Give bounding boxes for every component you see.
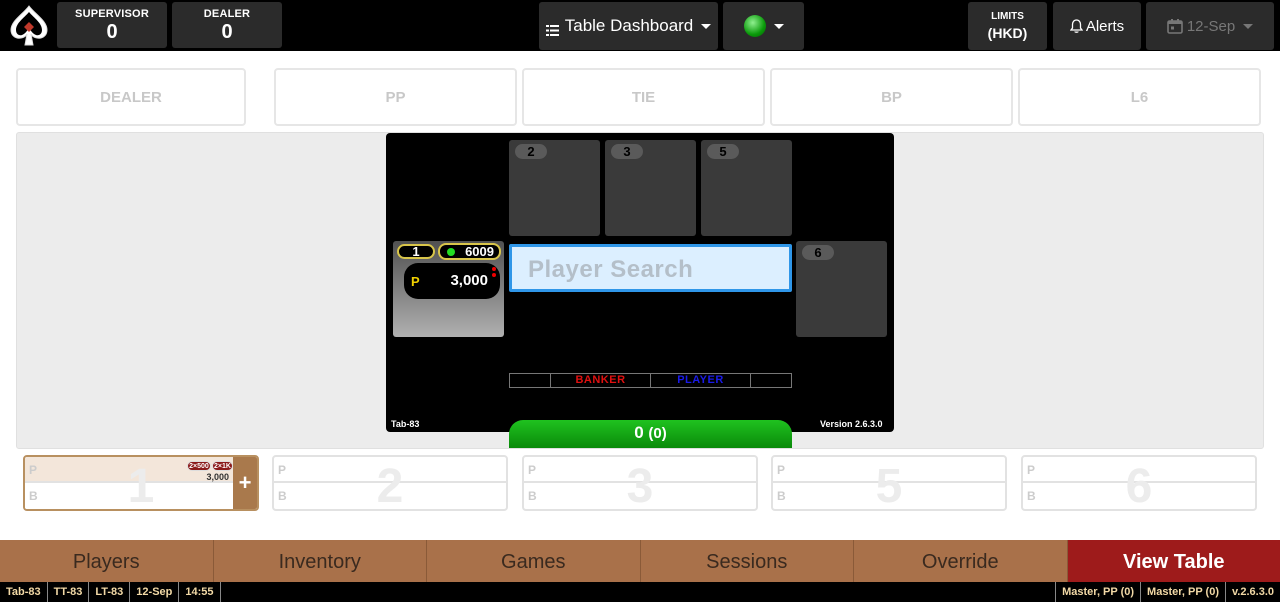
bet-type-label: PP (385, 88, 406, 106)
seat-3[interactable]: 3 (605, 140, 696, 236)
bet-type-dealer[interactable]: DEALER (16, 68, 246, 126)
chevron-down-icon (773, 23, 784, 29)
banker-player-bar: BANKER PLAYER (509, 373, 792, 388)
nav-view-table[interactable]: View Table (1067, 540, 1280, 582)
bet-type-label: BP (881, 88, 902, 106)
seat-number: 2 (515, 144, 547, 159)
spade-logo-icon (6, 3, 52, 49)
nav-inventory[interactable]: Inventory (214, 540, 427, 582)
bet-type-pp[interactable]: PP (274, 68, 517, 126)
seat-card-number: 5 (875, 460, 903, 511)
player-label: PLAYER (651, 374, 751, 387)
status-indicator-icon (743, 15, 766, 37)
player-search-input[interactable]: Player Search (509, 244, 792, 292)
bet-type-label: TIE (631, 88, 656, 106)
total-value: 0 (634, 423, 644, 442)
banker-label: BANKER (551, 374, 651, 387)
supervisor-counter: SUPERVISOR 0 (57, 2, 167, 48)
status-time: 14:55 (179, 582, 221, 602)
status-master-2: Master, PP (0) (1140, 582, 1225, 602)
bet-type-label: L6 (1130, 88, 1149, 106)
nav-games[interactable]: Games (427, 540, 641, 582)
status-date: 12-Sep (130, 582, 180, 602)
top-bar: SUPERVISOR 0 DEALER 0 Table Dashboard LI… (0, 0, 1280, 51)
status-bar: Tab-83 TT-83 LT-83 12-Sep 14:55 Master, … (0, 582, 1280, 602)
chevron-down-icon (701, 23, 712, 29)
player-id: 6009 (465, 244, 494, 259)
bet-type-label: DEALER (100, 88, 162, 106)
more-options-icon[interactable] (492, 267, 496, 283)
seat-number: 1 (397, 244, 435, 259)
supervisor-value: 0 (106, 21, 118, 43)
add-bet-button[interactable]: + (233, 457, 257, 509)
nav-sessions[interactable]: Sessions (641, 540, 854, 582)
list-icon (545, 21, 559, 36)
seat-2[interactable]: 2 (509, 140, 600, 236)
status-table-id: Tab-83 (0, 582, 48, 602)
status-lt: LT-83 (89, 582, 131, 602)
total-paren: (0) (648, 425, 667, 442)
bet-amount: 3,000 (450, 272, 488, 289)
total-bar[interactable]: 0 (0) (509, 420, 792, 448)
seat-number: 5 (707, 144, 739, 159)
status-version: v.2.6.3.0 (1225, 582, 1280, 602)
table-dashboard-dropdown[interactable]: Table Dashboard (539, 2, 718, 50)
bet-type-l6[interactable]: L6 (1018, 68, 1261, 126)
online-dot-icon (447, 248, 455, 256)
alerts-button[interactable]: Alerts (1053, 2, 1141, 50)
version-label: Version 2.6.3.0 (820, 419, 883, 429)
seat-card-1[interactable]: P B 1 2×500 2×1K 3,000 + (23, 455, 259, 511)
bar-cell-right (751, 374, 791, 387)
alerts-label: Alerts (1085, 17, 1125, 35)
seat-card-6[interactable]: P B 6 (1021, 455, 1257, 511)
table-id-label: Tab-83 (391, 419, 420, 429)
bottom-nav: Players Inventory Games Sessions Overrid… (0, 540, 1280, 582)
dealer-counter: DEALER 0 (172, 2, 282, 48)
seat-number: 3 (611, 144, 643, 159)
seat-card-number: 2 (376, 460, 404, 511)
limits-currency: (HKD) (987, 25, 1028, 41)
limits-label: LIMITS (991, 11, 1024, 22)
calendar-icon (1167, 18, 1183, 34)
bet-type-tie[interactable]: TIE (522, 68, 765, 126)
bar-cell-left (510, 374, 551, 387)
seat-6[interactable]: 6 (796, 241, 887, 337)
date-dropdown[interactable]: 12-Sep (1146, 2, 1274, 50)
date-label: 12-Sep (1186, 17, 1236, 35)
status-tt: TT-83 (48, 582, 90, 602)
chip-badge: 2×500 (187, 461, 211, 471)
seat-1[interactable]: 1 6009 P 3,000 (393, 241, 504, 337)
limits-button[interactable]: LIMITS (HKD) (968, 2, 1047, 50)
seat-number: 6 (802, 245, 834, 260)
player-search-placeholder: Player Search (528, 256, 694, 283)
chevron-down-icon (1243, 23, 1254, 29)
supervisor-label: SUPERVISOR (75, 8, 149, 20)
bet-chip[interactable]: P 3,000 (404, 263, 500, 299)
dealer-value: 0 (221, 21, 233, 43)
bet-type-bp[interactable]: BP (770, 68, 1013, 126)
bet-code: P (411, 274, 420, 289)
seat-card-3[interactable]: P B 3 (522, 455, 758, 511)
status-dropdown[interactable] (723, 2, 804, 50)
dashboard-label: Table Dashboard (564, 16, 694, 35)
nav-override[interactable]: Override (854, 540, 1068, 582)
player-id-badge[interactable]: 6009 (438, 243, 501, 260)
nav-players[interactable]: Players (0, 540, 214, 582)
seat-card-number: 6 (1125, 460, 1153, 511)
dealer-label: DEALER (203, 8, 251, 20)
seat-card-2[interactable]: P B 2 (272, 455, 508, 511)
chip-badge: 2×1K (212, 461, 233, 471)
status-master-1: Master, PP (0) (1055, 582, 1140, 602)
seat-5[interactable]: 5 (701, 140, 792, 236)
seat-card-amount: 3,000 (206, 472, 229, 482)
seat-card-5[interactable]: P B 5 (771, 455, 1007, 511)
seat-card-number: 3 (626, 460, 654, 511)
bell-icon (1069, 18, 1084, 34)
